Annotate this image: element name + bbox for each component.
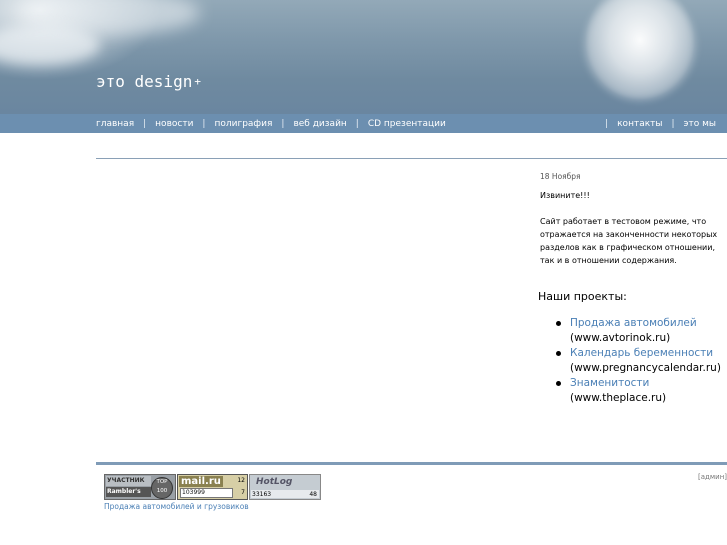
logo-text: это design	[96, 72, 193, 91]
projects-heading: Наши проекты:	[538, 290, 627, 303]
nav-item-webdesign[interactable]: веб дизайн	[293, 119, 346, 129]
nav-item-home[interactable]: главная	[96, 119, 134, 129]
project-link-cars[interactable]: Продажа автомобилей	[570, 317, 697, 329]
nav-item-about[interactable]: это мы	[684, 119, 716, 129]
project-url: (www.theplace.ru)	[570, 392, 667, 404]
project-link-celebrities[interactable]: Знаменитости	[570, 377, 649, 389]
header-banner: это design +	[0, 0, 727, 114]
counter-badges: УЧАСТНИК Rambler's TOP 100 mail.ru 12 10…	[104, 474, 321, 500]
nav-item-news[interactable]: новости	[155, 119, 193, 129]
rambler-label-bottom: Rambler's	[106, 487, 151, 497]
nav-separator: |	[671, 118, 675, 129]
logo-plus-icon: +	[194, 75, 201, 88]
news-body: Сайт работает в тестовом режиме, что отр…	[540, 217, 718, 265]
bullet-icon	[556, 321, 561, 326]
nav-separator: |	[355, 118, 359, 129]
cloud-decoration	[0, 25, 100, 65]
sun-glow	[585, 0, 695, 100]
rambler-label-top: УЧАСТНИК	[106, 476, 151, 486]
hotlog-count-left: 33163	[252, 491, 272, 498]
nav-separator: |	[281, 118, 285, 129]
bullet-icon	[556, 351, 561, 356]
mailru-count-box: 103999	[180, 488, 233, 498]
top-divider	[96, 158, 727, 159]
rambler-top100-badge[interactable]: УЧАСТНИК Rambler's TOP 100	[104, 474, 176, 500]
hotlog-count-right: 48	[309, 491, 317, 498]
nav-bar: главная | новости | полиграфия | веб диз…	[0, 114, 727, 133]
bullet-icon	[556, 381, 561, 386]
projects-list: Продажа автомобилей (www.avtorinok.ru) К…	[552, 316, 727, 406]
nav-separator: |	[143, 118, 147, 129]
site-logo[interactable]: это design +	[96, 72, 201, 91]
admin-link[interactable]: [админ]	[698, 473, 727, 481]
mailru-count-bottom: 7	[241, 489, 245, 496]
list-item: Календарь беременности (www.pregnancycal…	[552, 346, 727, 376]
mailru-logo: mail.ru	[179, 476, 223, 487]
mailru-counter-badge[interactable]: mail.ru 12 103999 7	[177, 474, 248, 500]
bottom-divider	[96, 462, 727, 465]
project-url: (www.pregnancycalendar.ru)	[570, 362, 721, 374]
rambler-circle-icon: TOP 100	[151, 477, 173, 499]
hotlog-logo: HotLog	[256, 477, 293, 487]
list-item: Знаменитости (www.theplace.ru)	[552, 376, 727, 406]
nav-item-contacts[interactable]: контакты	[617, 119, 662, 129]
news-date: 18 Ноября	[540, 172, 581, 181]
footer-cars-link[interactable]: Продажа автомобилей и грузовиков	[104, 502, 249, 511]
hotlog-counter-badge[interactable]: HotLog 33163 48	[249, 474, 321, 500]
nav-right: | контакты | это мы	[596, 114, 716, 133]
nav-separator: |	[202, 118, 206, 129]
list-item: Продажа автомобилей (www.avtorinok.ru)	[552, 316, 727, 346]
nav-item-print[interactable]: полиграфия	[214, 119, 272, 129]
nav-left: главная | новости | полиграфия | веб диз…	[96, 114, 446, 133]
news-title: Извините!!!	[540, 191, 590, 200]
mailru-count-top: 12	[237, 477, 245, 484]
nav-item-cd[interactable]: CD презентации	[368, 119, 446, 129]
nav-separator: |	[605, 118, 609, 129]
project-link-pregnancy[interactable]: Календарь беременности	[570, 347, 713, 359]
project-url: (www.avtorinok.ru)	[570, 332, 671, 344]
